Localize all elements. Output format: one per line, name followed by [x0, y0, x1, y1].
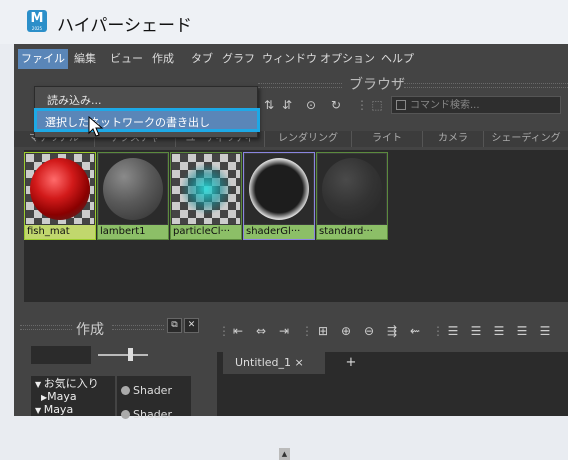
window-title: ハイパーシェード — [57, 16, 192, 36]
add-tab-button[interactable]: + — [341, 352, 361, 374]
command-search-placeholder: コマンド検索... — [410, 100, 480, 111]
close-panel-icon[interactable]: ✕ — [184, 318, 199, 333]
input-connections-icon[interactable]: ⇤ — [231, 324, 245, 338]
menubar: ファイル 編集 ビュー 作成 タブ グラフ ウィンドウ オプション ヘルプ — [14, 49, 568, 69]
shader-icon — [121, 386, 130, 395]
swatch-label: shaderGl··· — [244, 225, 314, 239]
swatch-thumbnail — [245, 154, 313, 224]
command-search-icon — [396, 100, 406, 110]
create-filter-field[interactable] — [31, 346, 91, 364]
attribute-mode-icon[interactable]: ☰ — [538, 324, 552, 338]
swatch-size-slider[interactable] — [98, 354, 148, 356]
tree-item-maya[interactable]: ▶Maya — [41, 390, 77, 403]
command-search-input[interactable]: コマンド検索... — [391, 96, 561, 114]
graph-materials-icon[interactable]: ⊞ — [316, 324, 330, 338]
material-swatch-area: fish_mat lambert1 particleCl··· shaderGl… — [24, 150, 568, 302]
swatch-label: standard··· — [317, 225, 387, 239]
material-preview-sphere — [322, 158, 382, 220]
material-preview-sphere — [30, 158, 90, 220]
panel-grip — [112, 325, 164, 330]
menu-edit[interactable]: 編集 — [71, 49, 99, 69]
remove-selected-icon[interactable]: ⊖ — [362, 324, 376, 338]
rearrange-graph-icon[interactable]: ⇶ — [385, 324, 399, 338]
swatch-lambert1[interactable]: lambert1 — [97, 152, 169, 240]
collapse-icon: ▼ — [35, 380, 44, 389]
tab-rendering[interactable]: レンダリング — [265, 131, 352, 147]
separator-icon: ⋮ — [356, 98, 368, 112]
swatch-particle-cloud[interactable]: particleCl··· — [170, 152, 242, 240]
sort-type-icon[interactable]: ⇵ — [280, 98, 294, 112]
maya-app-icon: M 2025 — [27, 10, 47, 32]
simple-mode-icon[interactable]: ☰ — [446, 324, 460, 338]
window-titlebar: M 2025 ハイパーシェード — [0, 0, 568, 44]
menu-item-export-selected-network[interactable]: 選択したネットワークの書き出し — [34, 108, 260, 132]
create-tree: ▼ お気に入り ▶Maya ▼ Maya — [31, 376, 115, 416]
output-connections-icon[interactable]: ⇥ — [277, 324, 291, 338]
shader-list-item[interactable]: Shader — [121, 408, 172, 421]
layout-icon[interactable]: ⇜ — [408, 324, 422, 338]
sort-icon[interactable]: ⇅ — [262, 98, 276, 112]
swatch-shader-glow[interactable]: shaderGl··· — [243, 152, 315, 240]
menu-options[interactable]: オプション — [317, 49, 378, 69]
separator-icon: ⋮ — [218, 324, 230, 338]
node-editor-area: Untitled_1 × + — [217, 352, 568, 416]
menu-graph[interactable]: グラフ — [219, 49, 258, 69]
panel-grip — [404, 83, 568, 88]
add-selected-icon[interactable]: ⊕ — [339, 324, 353, 338]
full-mode-icon[interactable]: ☰ — [492, 324, 506, 338]
graph-tab-untitled[interactable]: Untitled_1 × — [223, 352, 325, 374]
panel-grip — [258, 83, 342, 88]
input-output-connections-icon[interactable]: ⇔ — [254, 324, 268, 338]
swatch-label: particleCl··· — [171, 225, 241, 239]
menu-file[interactable]: ファイル — [18, 49, 68, 69]
close-tab-icon[interactable]: × — [295, 356, 304, 369]
tab-cameras[interactable]: カメラ — [423, 131, 484, 147]
separator-icon: ⋮ — [301, 324, 313, 338]
panel-grip — [20, 325, 72, 330]
refresh-icon[interactable]: ↻ — [329, 98, 343, 112]
menu-item-import[interactable]: 読み込み... — [47, 92, 102, 108]
lower-panels: 作成 ⧉ ✕ ▼ お気に入り ▶Maya ▼ Maya Shader Shade… — [14, 306, 568, 460]
material-preview-sphere — [249, 158, 309, 220]
view-icon[interactable]: ⊙ — [304, 98, 318, 112]
swatch-thumbnail — [99, 154, 167, 224]
swatch-standard-surface[interactable]: standard··· — [316, 152, 388, 240]
slider-handle[interactable] — [128, 348, 133, 361]
create-panel: 作成 ⧉ ✕ ▼ お気に入り ▶Maya ▼ Maya Shader Shade… — [14, 306, 290, 460]
tree-item-maya[interactable]: ▼ Maya — [35, 403, 73, 416]
connected-mode-icon[interactable]: ☰ — [469, 324, 483, 338]
shader-list-item[interactable]: Shader — [121, 384, 172, 397]
menu-item-label: 選択したネットワークの書き出し — [45, 116, 210, 129]
frame-icon[interactable]: ⬚ — [370, 98, 384, 112]
float-panel-icon[interactable]: ⧉ — [167, 318, 182, 333]
menu-view[interactable]: ビュー — [107, 49, 146, 69]
scroll-up-icon[interactable]: ▲ — [279, 448, 290, 460]
swatch-fish-mat[interactable]: fish_mat — [24, 152, 96, 240]
mouse-cursor-icon — [88, 116, 104, 137]
browser-title: ブラウザ — [349, 77, 405, 93]
menu-window[interactable]: ウィンドウ — [259, 49, 320, 69]
collapse-icon: ▼ — [35, 406, 44, 415]
swatch-label: fish_mat — [25, 225, 95, 239]
menu-help[interactable]: ヘルプ — [378, 49, 417, 69]
swatch-label: lambert1 — [98, 225, 168, 239]
custom-mode-icon[interactable]: ☰ — [515, 324, 529, 338]
separator-icon: ⋮ — [432, 324, 444, 338]
tab-lights[interactable]: ライト — [352, 131, 423, 147]
menu-create[interactable]: 作成 — [149, 49, 177, 69]
create-panel-title: 作成 — [76, 322, 104, 338]
swatch-thumbnail — [318, 154, 386, 224]
tree-item-favorites[interactable]: ▼ お気に入り — [35, 377, 99, 390]
tab-shading[interactable]: シェーディング — [484, 131, 568, 147]
shader-icon — [121, 410, 130, 419]
material-preview-sphere — [103, 158, 163, 220]
shader-list: Shader Shader ▲ — [117, 376, 290, 460]
swatch-thumbnail — [172, 154, 240, 224]
material-preview-sphere — [176, 158, 236, 220]
swatch-thumbnail — [26, 154, 94, 224]
menu-tabs[interactable]: タブ — [188, 49, 216, 69]
